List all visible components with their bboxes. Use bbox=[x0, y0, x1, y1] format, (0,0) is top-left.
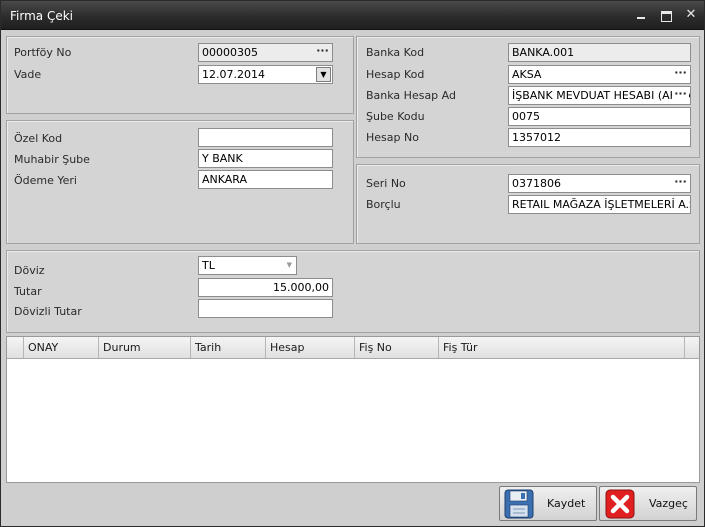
column-header-fis-no[interactable]: Fiş No bbox=[354, 337, 438, 358]
details-group: Özel Kod Muhabir Şube Y BANK Ödeme Yeri … bbox=[6, 120, 354, 244]
maximize-icon[interactable] bbox=[658, 7, 674, 23]
title-bar[interactable]: Firma Çeki ✕ bbox=[1, 1, 704, 30]
seri-no-value: 0371806 bbox=[512, 177, 561, 190]
tutar-input[interactable]: 15.000,00 bbox=[198, 278, 333, 297]
seri-no-field[interactable]: 0371806 ··· bbox=[508, 174, 691, 193]
tutar-label: Tutar bbox=[14, 285, 42, 298]
close-icon[interactable]: ✕ bbox=[683, 7, 699, 23]
sube-kodu-input[interactable]: 0075 bbox=[508, 107, 691, 126]
bank-group: Banka Kod BANKA.001 Hesap Kod AKSA ··· B… bbox=[356, 36, 700, 158]
window-title: Firma Çeki bbox=[10, 9, 73, 23]
save-button-label: Kaydet bbox=[547, 497, 586, 510]
hesap-no-label: Hesap No bbox=[366, 131, 419, 144]
ozel-kod-label: Özel Kod bbox=[14, 132, 63, 145]
muhabir-sube-input[interactable]: Y BANK bbox=[198, 149, 333, 168]
transactions-grid[interactable]: ONAY Durum Tarih Hesap Fiş No Fiş Tür bbox=[6, 336, 700, 483]
borclu-label: Borçlu bbox=[366, 198, 401, 211]
hesap-kod-value: AKSA bbox=[512, 68, 542, 81]
vade-value: 12.07.2014 bbox=[202, 68, 265, 81]
odeme-yeri-label: Ödeme Yeri bbox=[14, 174, 77, 187]
vade-label: Vade bbox=[14, 68, 42, 81]
doviz-select[interactable]: TL ▼ bbox=[198, 256, 297, 275]
chevron-down-icon[interactable]: ▼ bbox=[316, 67, 331, 82]
portfolio-group: Portföy No 00000305 ··· Vade 12.07.2014 … bbox=[6, 36, 354, 114]
portfoy-no-field[interactable]: 00000305 ··· bbox=[198, 43, 333, 62]
dovizli-tutar-label: Dövizli Tutar bbox=[14, 305, 82, 318]
floppy-disk-icon bbox=[504, 489, 534, 519]
amount-group: Döviz TL ▼ Tutar 15.000,00 Dövizli Tutar bbox=[6, 250, 700, 333]
hesap-no-input[interactable]: 1357012 bbox=[508, 128, 691, 147]
hesap-kod-field[interactable]: AKSA ··· bbox=[508, 65, 691, 84]
hesap-kod-label: Hesap Kod bbox=[366, 68, 425, 81]
banka-hesap-ad-field[interactable]: İŞBANK MEVDUAT HESABI (AKSA ··· bbox=[508, 86, 691, 105]
doviz-value: TL bbox=[202, 259, 215, 272]
banka-hesap-ad-label: Banka Hesap Ad bbox=[366, 89, 456, 102]
vade-date-field[interactable]: 12.07.2014 ▼ bbox=[198, 65, 333, 84]
column-header-tarih[interactable]: Tarih bbox=[190, 337, 265, 358]
dovizli-tutar-input[interactable] bbox=[198, 299, 333, 318]
ozel-kod-input[interactable] bbox=[198, 128, 333, 147]
cheque-group: Seri No 0371806 ··· Borçlu RETAIL MAĞAZA… bbox=[356, 164, 700, 244]
borclu-input[interactable]: RETAIL MAĞAZA İŞLETMELERİ A.Ş. bbox=[508, 195, 691, 214]
ellipsis-icon[interactable]: ··· bbox=[672, 67, 689, 82]
grid-indicator-column bbox=[7, 337, 23, 358]
grid-header-filler bbox=[684, 337, 699, 358]
muhabir-sube-label: Muhabir Şube bbox=[14, 153, 90, 166]
portfoy-no-value: 00000305 bbox=[202, 46, 258, 59]
red-x-icon bbox=[605, 489, 635, 519]
sube-kodu-label: Şube Kodu bbox=[366, 110, 425, 123]
column-header-fis-tur[interactable]: Fiş Tür bbox=[438, 337, 684, 358]
ellipsis-icon[interactable]: ··· bbox=[314, 45, 331, 60]
column-header-hesap[interactable]: Hesap bbox=[265, 337, 354, 358]
banka-kod-field[interactable]: BANKA.001 bbox=[508, 43, 691, 62]
column-header-onay[interactable]: ONAY bbox=[23, 337, 98, 358]
save-button[interactable]: Kaydet bbox=[499, 486, 597, 521]
column-header-durum[interactable]: Durum bbox=[98, 337, 190, 358]
banka-kod-label: Banka Kod bbox=[366, 46, 425, 59]
minimize-icon[interactable] bbox=[633, 7, 649, 23]
chevron-down-icon[interactable]: ▼ bbox=[287, 257, 292, 274]
odeme-yeri-input[interactable]: ANKARA bbox=[198, 170, 333, 189]
doviz-label: Döviz bbox=[14, 264, 45, 277]
grid-header: ONAY Durum Tarih Hesap Fiş No Fiş Tür bbox=[7, 337, 699, 359]
ellipsis-icon[interactable]: ··· bbox=[672, 88, 689, 103]
cancel-button[interactable]: Vazgeç bbox=[599, 486, 697, 521]
firma-ceki-window: Firma Çeki ✕ Portföy No 00000305 ··· Vad… bbox=[0, 0, 705, 527]
seri-no-label: Seri No bbox=[366, 177, 406, 190]
portfoy-no-label: Portföy No bbox=[14, 46, 72, 59]
cancel-button-label: Vazgeç bbox=[649, 497, 688, 510]
ellipsis-icon[interactable]: ··· bbox=[672, 176, 689, 191]
banka-hesap-ad-value: İŞBANK MEVDUAT HESABI (AKSA bbox=[512, 89, 691, 102]
